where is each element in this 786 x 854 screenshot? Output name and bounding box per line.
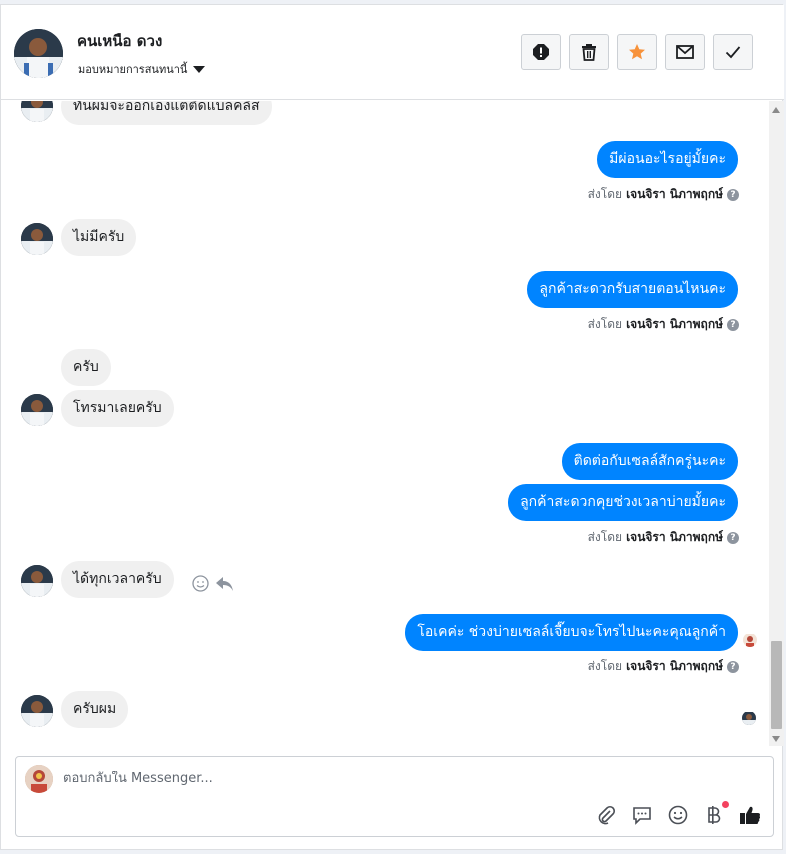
sender-name: เจนจิรา นิภาพฤกษ์ (626, 530, 723, 544)
message-bubble-outgoing: มีผ่อนอะไรอยู่มั้ยคะ (597, 141, 738, 178)
contact-avatar-seen (742, 711, 756, 725)
assign-label: มอบหมายการสนทนานี้ (78, 63, 188, 76)
scroll-down-arrow-icon[interactable] (772, 736, 780, 742)
reply-composer (15, 756, 774, 837)
smiley-icon (668, 805, 688, 825)
trash-icon (582, 44, 596, 61)
sent-by-label: ส่งโดย เจนจิรา นิภาพฤกษ์ ? (588, 315, 739, 334)
contact-avatar-small (21, 101, 53, 122)
reply-input[interactable] (63, 771, 663, 786)
star-button[interactable] (617, 34, 657, 70)
contact-name[interactable]: คนเหนือ ดวง (77, 29, 162, 53)
help-icon[interactable]: ? (727, 660, 739, 673)
message-bubble-incoming: ครับผม (61, 691, 129, 728)
thumbs-up-icon (740, 806, 761, 824)
attach-button[interactable] (595, 804, 617, 826)
caret-down-icon (193, 65, 206, 73)
scroll-up-arrow-icon[interactable] (772, 107, 780, 113)
notification-dot (722, 801, 729, 808)
alert-icon (533, 44, 549, 60)
envelope-icon (676, 45, 694, 59)
react-smiley-icon[interactable] (192, 575, 209, 592)
composer-tools (595, 801, 761, 826)
star-icon (629, 44, 645, 60)
mark-spam-button[interactable] (521, 34, 561, 70)
page-avatar-seen (743, 633, 757, 647)
message-bubble-incoming: ได้ทุกเวลาครับ (61, 561, 174, 598)
sent-by-label: ส่งโดย เจนจิรา นิภาพฤกษ์ ? (588, 657, 739, 676)
mark-unread-button[interactable] (665, 34, 705, 70)
message-bubble-outgoing: ลูกค้าสะดวกรับสายตอนไหนคะ (527, 271, 738, 308)
sent-by-label: ส่งโดย เจนจิรา นิภาพฤกษ์ ? (588, 528, 739, 547)
paperclip-icon (598, 805, 616, 825)
baht-icon (708, 806, 721, 824)
saved-replies-button[interactable] (631, 804, 653, 826)
help-icon[interactable]: ? (727, 531, 739, 544)
like-button[interactable] (739, 804, 761, 826)
contact-avatar-small (21, 223, 53, 255)
message-bubble-outgoing: ลูกค้าสะดวกคุยช่วงเวลาบ่ายมั้ยคะ (508, 484, 738, 521)
mark-done-button[interactable] (713, 34, 753, 70)
emoji-button[interactable] (667, 804, 689, 826)
page-avatar (25, 765, 53, 793)
contact-avatar[interactable] (14, 29, 63, 78)
assign-conversation-dropdown[interactable]: มอบหมายการสนทนานี้ (78, 60, 206, 78)
message-bubble-outgoing: โอเคค่ะ ช่วงบ่ายเซลล์เจี๊ยบจะโทรไปนะคะคุ… (405, 614, 738, 651)
message-bubble-incoming: โทรมาเลยครับ (61, 390, 174, 427)
reply-icon[interactable] (215, 576, 234, 592)
message-hover-tools (192, 575, 234, 592)
sender-name: เจนจิรา นิภาพฤกษ์ (626, 659, 723, 673)
help-icon[interactable]: ? (727, 188, 739, 201)
message-bubble-outgoing: ติดต่อกับเซลล์สักครู่นะคะ (561, 443, 738, 480)
contact-avatar-small (21, 394, 53, 426)
scrollbar-thumb[interactable] (771, 641, 782, 729)
contact-avatar-small (21, 565, 53, 597)
conversation-panel: คนเหนือ ดวง มอบหมายการสนทนานี้ ทันผมจะออ… (0, 4, 784, 850)
conversation-header: คนเหนือ ดวง มอบหมายการสนทนานี้ (1, 5, 784, 100)
contact-avatar-small (21, 695, 53, 727)
message-bubble-incoming: ไม่มีครับ (61, 219, 137, 256)
message-bubble-incoming: ครับ (61, 349, 111, 386)
help-icon[interactable]: ? (727, 318, 739, 331)
header-actions (521, 34, 753, 70)
message-thread[interactable]: ทันผมจะออกเองแต่ติดแบลคลิส มีผ่อนอะไรอยู… (1, 101, 769, 746)
sent-by-label: ส่งโดย เจนจิรา นิภาพฤกษ์ ? (588, 185, 739, 204)
delete-button[interactable] (569, 34, 609, 70)
message-bubble-incoming: ทันผมจะออกเองแต่ติดแบลคลิส (61, 101, 272, 125)
chat-bubble-icon (633, 806, 651, 825)
payment-button[interactable] (703, 801, 729, 826)
thread-scrollbar[interactable] (769, 101, 784, 746)
checkmark-icon (725, 46, 741, 59)
sender-name: เจนจิรา นิภาพฤกษ์ (626, 317, 723, 331)
sender-name: เจนจิรา นิภาพฤกษ์ (626, 187, 723, 201)
